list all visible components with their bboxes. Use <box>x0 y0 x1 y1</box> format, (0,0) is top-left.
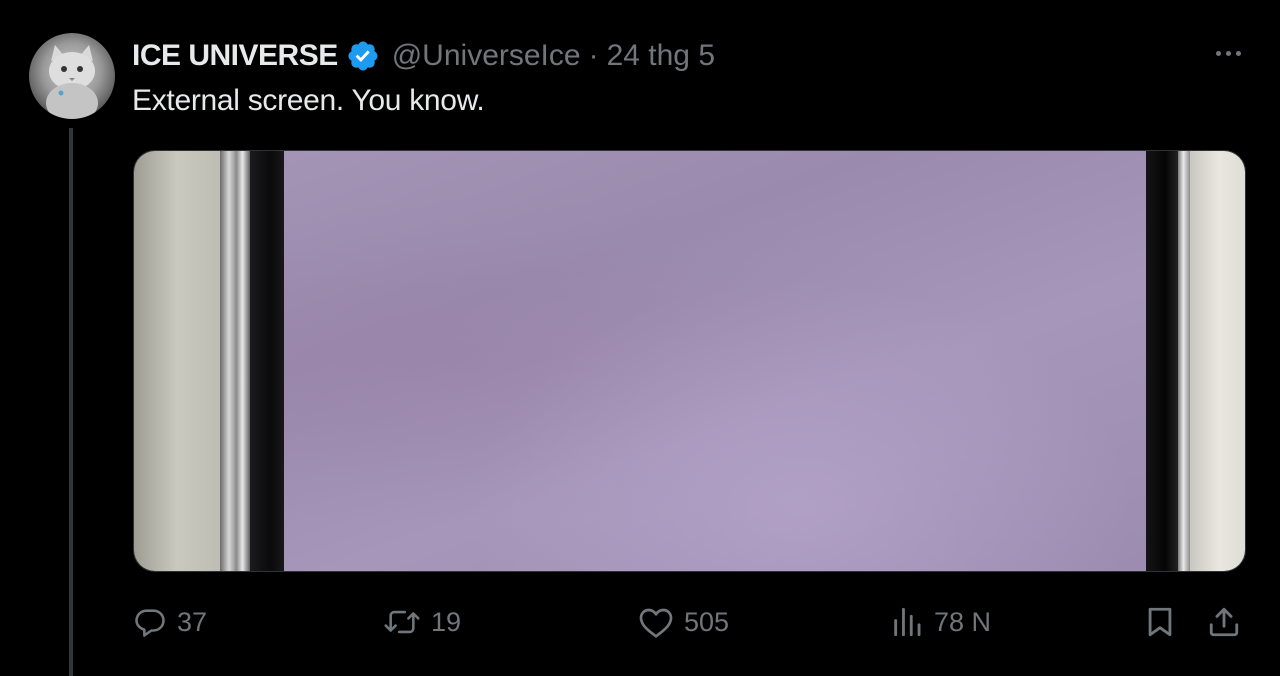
tweet-text: External screen. You know. <box>132 84 485 117</box>
header-separator: · <box>588 39 599 72</box>
reply-icon <box>135 609 165 637</box>
bookmark-icon <box>1148 607 1172 637</box>
author-name[interactable]: ICE UNIVERSE <box>132 39 338 73</box>
views-button[interactable]: 78 N <box>890 600 991 644</box>
retweet-button[interactable]: 19 <box>383 600 461 644</box>
like-count: 505 <box>684 606 730 637</box>
like-button[interactable]: 505 <box>638 600 729 644</box>
verified-badge-icon[interactable] <box>346 39 380 73</box>
tweet-date[interactable]: 24 thg 5 <box>607 39 715 73</box>
reply-count: 37 <box>177 606 208 637</box>
photo-bezel-left <box>250 151 284 571</box>
tweet-media-photo[interactable] <box>133 150 1246 572</box>
tweet-header: ICE UNIVERSE @UniverseIce · 24 thg 5 <box>132 34 715 78</box>
photo-phone-frame-left <box>220 151 250 571</box>
photo-bezel-right <box>1146 151 1178 571</box>
thread-line <box>69 128 73 676</box>
reply-button[interactable]: 37 <box>133 600 207 644</box>
retweet-icon <box>384 610 420 634</box>
bookmark-button[interactable] <box>1143 600 1177 644</box>
photo-external-screen <box>284 151 1146 571</box>
more-options-icon[interactable] <box>1208 38 1248 68</box>
heart-icon <box>639 608 673 638</box>
cat-avatar-icon <box>46 45 98 119</box>
photo-phone-frame-right <box>1178 151 1190 571</box>
photo-wall-left <box>134 151 220 571</box>
avatar[interactable] <box>29 33 115 119</box>
tweet-actions: 37 19 505 78 N <box>133 600 1253 644</box>
tweet-card: ICE UNIVERSE @UniverseIce · 24 thg 5 Ext… <box>0 0 1280 676</box>
share-icon <box>1209 607 1239 637</box>
views-count: 78 N <box>934 606 992 637</box>
views-icon <box>894 607 921 637</box>
author-handle[interactable]: @UniverseIce <box>392 39 581 73</box>
share-button[interactable] <box>1207 600 1241 644</box>
retweet-count: 19 <box>431 606 462 637</box>
photo-wall-right <box>1190 151 1245 571</box>
